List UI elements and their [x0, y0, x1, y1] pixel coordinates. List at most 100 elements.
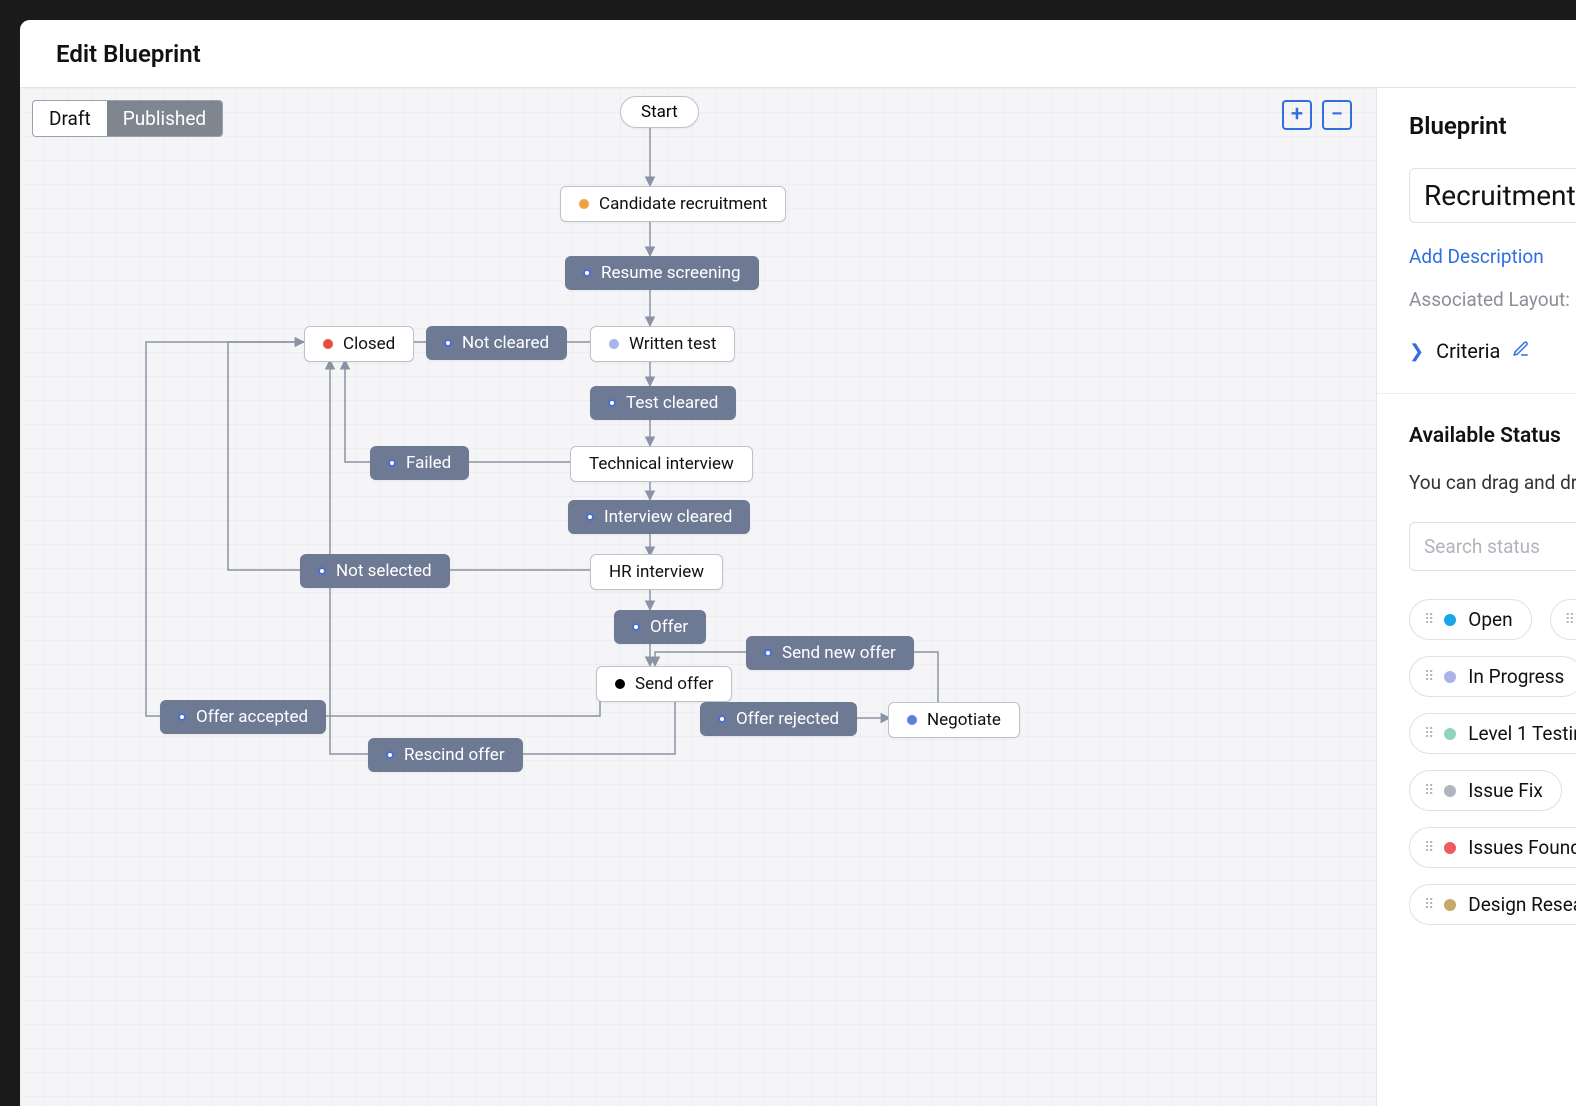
- status-dot: [1444, 671, 1456, 683]
- connectors-svg: [20, 88, 1376, 1106]
- transition-offer-rejected[interactable]: Offer rejected: [700, 702, 857, 736]
- available-status-title: Available Status: [1409, 424, 1576, 448]
- drag-handle-icon[interactable]: ⠿: [1565, 612, 1573, 628]
- node-label: Candidate recruitment: [599, 194, 767, 214]
- status-pill-issue-fix[interactable]: ⠿ Issue Fix: [1409, 770, 1562, 811]
- status-dot: [609, 339, 619, 349]
- status-dot: [615, 679, 625, 689]
- node-closed[interactable]: Closed: [304, 326, 414, 362]
- transition-dot: [718, 715, 726, 723]
- node-candidate-recruitment[interactable]: Candidate recruitment: [560, 186, 786, 222]
- drag-handle-icon[interactable]: ⠿: [1424, 726, 1432, 742]
- status-pill-label: Issues Found: [1468, 836, 1576, 859]
- status-dot: [579, 199, 589, 209]
- status-pill-label: Open: [1468, 608, 1512, 631]
- blueprint-canvas[interactable]: Draft Published + −: [20, 88, 1376, 1106]
- transition-offer-accepted[interactable]: Offer accepted: [160, 700, 326, 734]
- transition-dot: [388, 459, 396, 467]
- zoom-out-button[interactable]: −: [1322, 100, 1352, 130]
- status-pill-label: Issue Fix: [1468, 779, 1543, 802]
- transition-dot: [318, 567, 326, 575]
- node-written-test[interactable]: Written test: [590, 326, 735, 362]
- transition-not-cleared[interactable]: Not cleared: [426, 326, 567, 360]
- transition-failed[interactable]: Failed: [370, 446, 469, 480]
- status-pill-design-research[interactable]: ⠿ Design Research: [1409, 884, 1576, 925]
- status-pill-level-1-testing[interactable]: ⠿ Level 1 Testing: [1409, 713, 1576, 754]
- status-dot: [1444, 842, 1456, 854]
- drag-handle-icon[interactable]: ⠿: [1424, 840, 1432, 856]
- node-label: Negotiate: [927, 710, 1001, 730]
- transition-dot: [764, 649, 772, 657]
- node-label: Offer rejected: [736, 709, 839, 729]
- available-status-hint: You can drag and drop status.: [1409, 468, 1576, 498]
- view-toggle-draft[interactable]: Draft: [33, 101, 107, 136]
- node-send-offer[interactable]: Send offer: [596, 666, 732, 702]
- node-label: Resume screening: [601, 263, 741, 283]
- node-label: Written test: [629, 334, 716, 354]
- transition-dot: [178, 713, 186, 721]
- status-dot: [1444, 785, 1456, 797]
- node-label: Send new offer: [782, 643, 896, 663]
- transition-dot: [632, 623, 640, 631]
- drag-handle-icon[interactable]: ⠿: [1424, 783, 1432, 799]
- transition-interview-cleared[interactable]: Interview cleared: [568, 500, 750, 534]
- node-negotiate[interactable]: Negotiate: [888, 702, 1020, 738]
- page-title: Edit Blueprint: [56, 40, 201, 68]
- status-pill-open[interactable]: ⠿ Open: [1409, 599, 1532, 640]
- transition-send-new-offer[interactable]: Send new offer: [746, 636, 914, 670]
- transition-offer[interactable]: Offer: [614, 610, 706, 644]
- transition-not-selected[interactable]: Not selected: [300, 554, 450, 588]
- node-label: HR interview: [609, 562, 704, 582]
- drag-handle-icon[interactable]: ⠿: [1424, 669, 1432, 685]
- add-description-link[interactable]: Add Description: [1409, 245, 1576, 268]
- criteria-label: Criteria: [1436, 339, 1500, 363]
- status-dot: [1444, 614, 1456, 626]
- zoom-in-button[interactable]: +: [1282, 100, 1312, 130]
- header-bar: Edit Blueprint: [20, 20, 1576, 88]
- node-label: Rescind offer: [404, 745, 505, 765]
- transition-dot: [386, 751, 394, 759]
- search-status-input[interactable]: [1409, 522, 1576, 571]
- associated-layout-label: Associated Layout:: [1409, 288, 1576, 311]
- status-dot: [323, 339, 333, 349]
- node-label: Interview cleared: [604, 507, 732, 527]
- node-technical-interview[interactable]: Technical interview: [570, 446, 753, 482]
- node-label: Offer accepted: [196, 707, 308, 727]
- status-pill-list: ⠿ Open ⠿ ⠿ In Progress ⠿: [1409, 599, 1576, 925]
- transition-dot: [444, 339, 452, 347]
- blueprint-name-input[interactable]: [1409, 168, 1576, 223]
- node-label: Test cleared: [626, 393, 718, 413]
- panel-title: Blueprint: [1409, 112, 1576, 140]
- status-dot: [907, 715, 917, 725]
- transition-dot: [586, 513, 594, 521]
- status-dot: [1444, 899, 1456, 911]
- transition-test-cleared[interactable]: Test cleared: [590, 386, 736, 420]
- transition-rescind-offer[interactable]: Rescind offer: [368, 738, 523, 772]
- node-label: Send offer: [635, 674, 713, 694]
- node-hr-interview[interactable]: HR interview: [590, 554, 723, 590]
- criteria-toggle[interactable]: ❯ Criteria: [1409, 339, 1576, 363]
- flow-layer: Start Candidate recruitment Resume scree…: [20, 88, 1376, 1106]
- transition-resume-screening[interactable]: Resume screening: [565, 256, 759, 290]
- node-label: Technical interview: [589, 454, 734, 474]
- drag-handle-icon[interactable]: ⠿: [1424, 897, 1432, 913]
- edit-icon[interactable]: [1512, 339, 1530, 363]
- status-pill-label: Design Research: [1468, 893, 1576, 916]
- node-start[interactable]: Start: [620, 96, 699, 128]
- transition-dot: [608, 399, 616, 407]
- chevron-right-icon: ❯: [1409, 341, 1424, 362]
- node-label: Closed: [343, 334, 395, 354]
- node-label: Failed: [406, 453, 451, 473]
- status-pill-issues-found[interactable]: ⠿ Issues Found: [1409, 827, 1576, 868]
- status-pill-in-progress[interactable]: ⠿ In Progress: [1409, 656, 1576, 697]
- workspace: Draft Published + −: [20, 88, 1576, 1106]
- node-label: Start: [641, 102, 678, 122]
- status-pill-extra[interactable]: ⠿: [1550, 599, 1576, 640]
- node-label: Offer: [650, 617, 688, 637]
- view-toggle-published[interactable]: Published: [107, 101, 222, 136]
- drag-handle-icon[interactable]: ⠿: [1424, 612, 1432, 628]
- side-panel: Blueprint Add Description Associated Lay…: [1376, 88, 1576, 1106]
- node-label: Not cleared: [462, 333, 549, 353]
- node-label: Not selected: [336, 561, 432, 581]
- view-toggle: Draft Published: [32, 100, 223, 137]
